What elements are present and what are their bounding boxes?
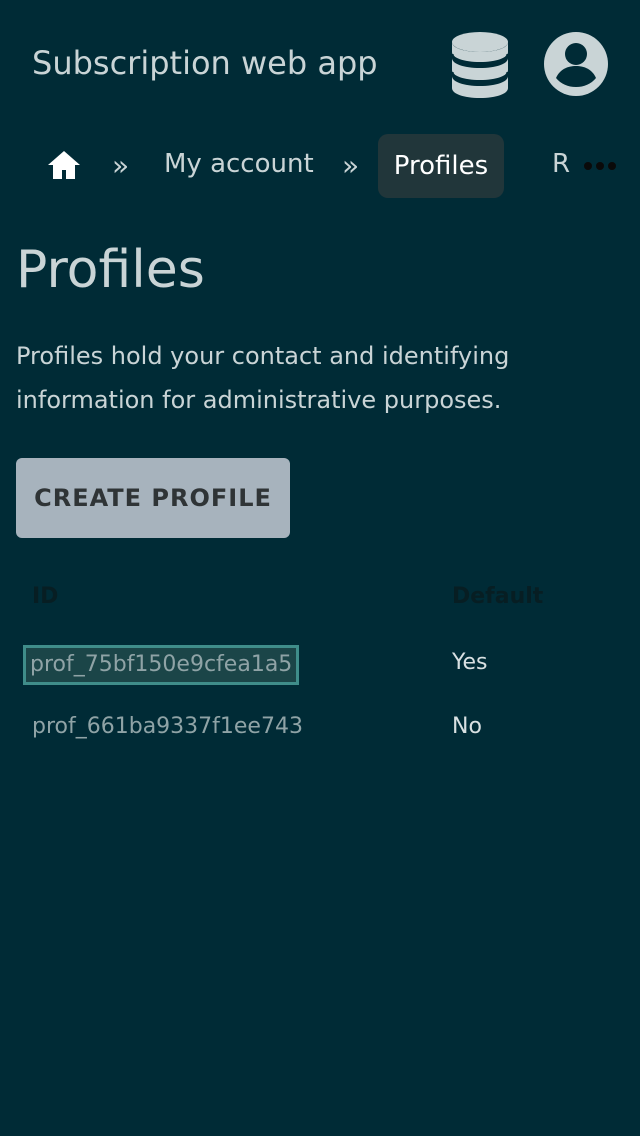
column-header-default[interactable]: Default bbox=[452, 584, 543, 609]
column-header-id[interactable]: ID bbox=[32, 584, 58, 609]
more-horizontal-icon bbox=[578, 150, 616, 180]
breadcrumb-separator: » bbox=[112, 149, 130, 182]
account-circle-icon bbox=[544, 32, 608, 96]
breadcrumb-more-button[interactable] bbox=[578, 150, 622, 180]
account-button[interactable] bbox=[540, 28, 612, 100]
breadcrumb-separator: » bbox=[342, 149, 360, 182]
table-row[interactable]: prof_75bf150e9cfea1a5 Yes bbox=[16, 632, 624, 696]
profile-id-link[interactable]: prof_75bf150e9cfea1a5 bbox=[22, 645, 300, 685]
default-cell: Yes bbox=[452, 650, 488, 675]
database-button[interactable] bbox=[446, 28, 514, 100]
breadcrumb-item-profiles[interactable]: Profiles bbox=[378, 134, 504, 198]
app-title: Subscription web app bbox=[32, 44, 378, 82]
page-title: Profiles bbox=[16, 240, 205, 300]
create-profile-button[interactable]: CREATE PROFILE bbox=[16, 458, 290, 538]
breadcrumb: » My account » Profiles R bbox=[0, 132, 640, 200]
home-icon bbox=[48, 151, 80, 179]
database-icon bbox=[450, 32, 510, 98]
top-app-bar: Subscription web app bbox=[0, 0, 640, 128]
page-description: Profiles hold your contact and identifyi… bbox=[16, 342, 510, 414]
breadcrumb-home-link[interactable] bbox=[44, 146, 84, 186]
table-row[interactable]: prof_661ba9337f1ee743 No bbox=[16, 696, 624, 760]
profile-id-link[interactable]: prof_661ba9337f1ee743 bbox=[32, 712, 303, 742]
default-cell: No bbox=[452, 714, 482, 739]
breadcrumb-item-my-account[interactable]: My account bbox=[164, 144, 314, 184]
breadcrumb-item-truncated[interactable]: R bbox=[552, 144, 570, 184]
